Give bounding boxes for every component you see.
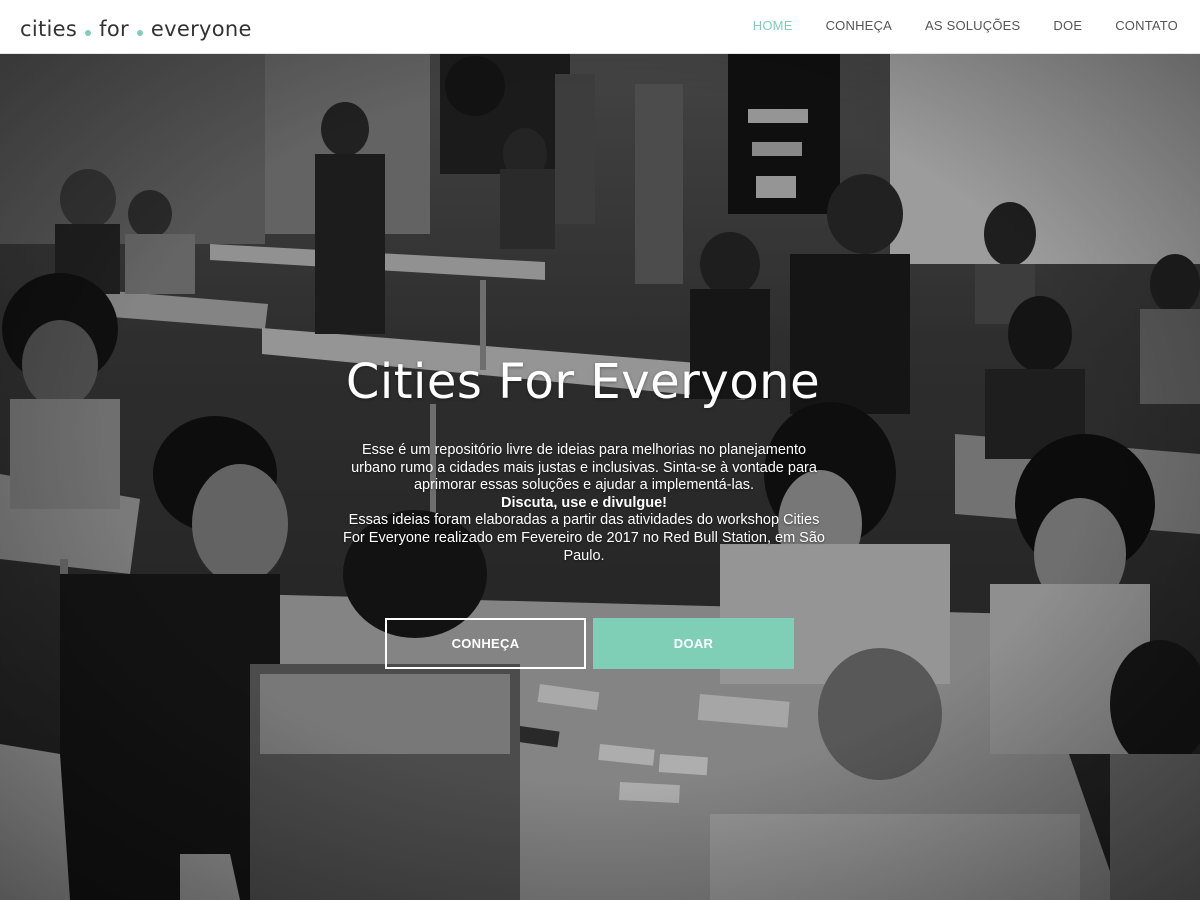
hero-workshop-text: Essas ideias foram elaboradas a partir d… [343,512,825,564]
logo-word-for: for [99,17,129,41]
nav-solucoes-link[interactable]: AS SOLUÇÕES [925,18,1020,33]
hero-callout-text: Discuta, use e divulgue! [501,494,667,511]
hero-description: Esse é um repositório livre de ideias pa… [340,442,828,565]
hero-intro-text: Esse é um repositório livre de ideias pa… [351,442,817,494]
logo-word-everyone: everyone [150,17,252,41]
conheca-button[interactable]: CONHEÇA [385,618,586,669]
hero-section: Cities For Everyone Esse é um repositóri… [0,54,1200,900]
top-navbar: cities for everyone HOME CONHEÇA AS SOLU… [0,0,1200,54]
nav-home-link[interactable]: HOME [753,18,793,33]
main-nav: HOME CONHEÇA AS SOLUÇÕES DOE CONTATO [720,0,1178,50]
logo-dot [85,30,92,36]
logo-word-cities: cities [20,17,78,41]
logo-dot [136,30,143,36]
nav-doe-link[interactable]: DOE [1053,18,1082,33]
site-logo[interactable]: cities for everyone [20,16,252,42]
doar-button[interactable]: DOAR [593,618,794,669]
nav-conheca-link[interactable]: CONHEÇA [826,18,892,33]
hero-title: Cities For Everyone [345,354,821,410]
nav-contato-link[interactable]: CONTATO [1115,18,1178,33]
